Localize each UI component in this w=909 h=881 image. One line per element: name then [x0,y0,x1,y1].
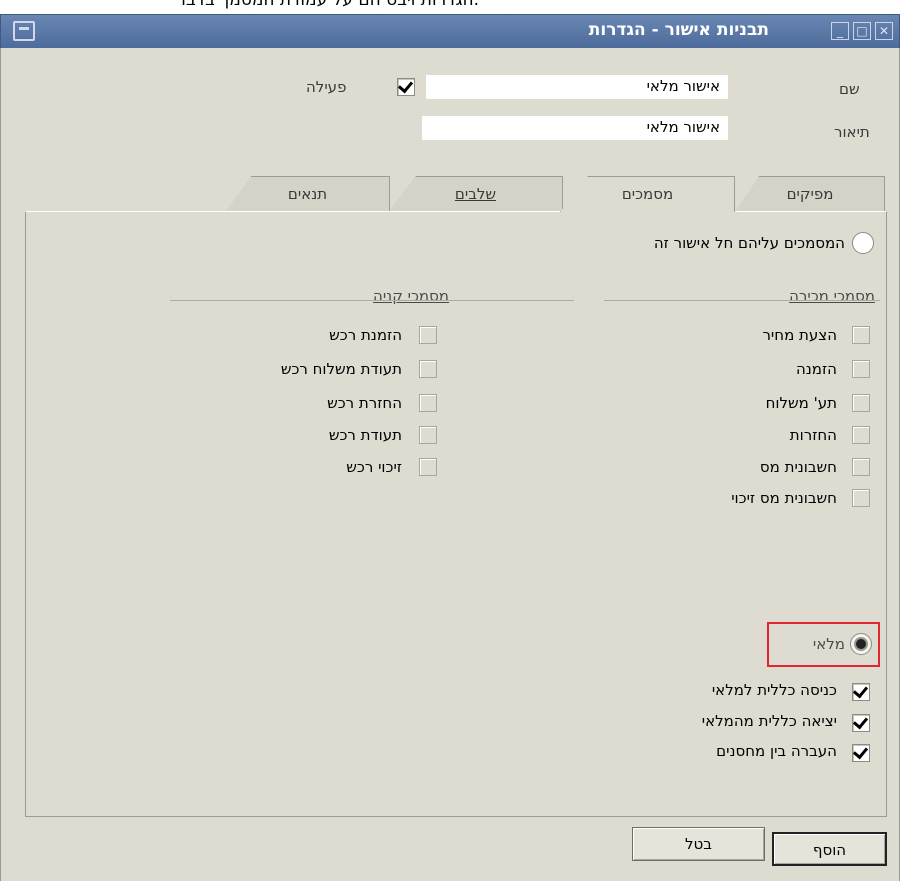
inventory-transfer-checkbox[interactable] [852,743,870,762]
purchase-divider [170,300,574,301]
purchase-order-checkbox[interactable] [419,326,437,344]
radio-dot-icon [856,639,866,649]
caption-text: הגדרות ויבט הם על עמודת המסמך בדבר. [176,0,479,10]
checkmark-icon [852,713,869,730]
applies-label: המסמכים עליהם חל אישור זה [653,234,845,252]
purchase-item-label: תעודת משלוח רכש [280,360,402,378]
purchase-item-label: תעודת רכש [328,426,402,444]
sales-heading: מסמכי מכירה [789,287,875,305]
description-label: תיאור [834,123,870,141]
purchase-item-label: זיכוי רכש [346,458,402,476]
sales-item-label: תע' משלוח [765,394,837,412]
purchase-document-checkbox[interactable] [419,426,437,444]
sales-item-label: הזמנה [796,360,837,378]
sales-item-label: חשבונית מס [759,458,837,476]
inventory-radio[interactable] [850,633,872,655]
close-icon[interactable]: ✕ [875,22,893,40]
active-label: פעילה [306,78,347,96]
purchase-delivery-checkbox[interactable] [419,360,437,378]
purchase-return-checkbox[interactable] [419,394,437,412]
caption-strip: הגדרות ויבט הם על עמודת המסמך בדבר. [0,0,909,14]
window-menu-icon[interactable] [13,21,35,41]
active-checkbox[interactable] [397,77,415,96]
applies-radio[interactable] [852,232,874,254]
minimize-icon[interactable]: _ [831,22,849,40]
tab-conditions[interactable]: תנאים [225,176,390,212]
purchase-item-label: החזרת רכש [327,394,402,412]
sales-invoice-checkbox[interactable] [852,458,870,476]
cancel-button[interactable]: בטל [632,827,765,861]
sales-item-label: חשבונית מס זיכוי [731,489,837,507]
sales-divider [604,300,880,301]
tab-label: מסמכים [621,185,674,203]
checkmark-icon [852,743,869,760]
checkmark-icon [397,77,414,94]
sales-credit-invoice-checkbox[interactable] [852,489,870,507]
name-label: שם [839,80,860,98]
tab-label: מפיקים [786,185,834,203]
inventory-in-checkbox[interactable] [852,682,870,701]
tab-documents[interactable]: מסמכים [560,176,735,212]
add-button[interactable]: הוסף [772,832,887,866]
tab-producers[interactable]: מפיקים [735,176,885,212]
description-field[interactable]: אישור מלאי [422,116,728,140]
name-field[interactable]: אישור מלאי [426,75,728,99]
inventory-label: מלאי [812,635,845,653]
sales-order-checkbox[interactable] [852,360,870,378]
sales-item-label: הצעת מחיר [762,326,837,344]
tab-label: שלבים [454,185,497,203]
sales-delivery-checkbox[interactable] [852,394,870,412]
window-title: תבניות אישור - הגדרות [588,20,769,40]
maximize-icon[interactable]: □ [853,22,871,40]
tab-label: תנאים [287,185,328,203]
inventory-out-checkbox[interactable] [852,713,870,732]
purchase-heading: מסמכי קניה [373,287,449,305]
inventory-item-label: העברה בין מחסנים [716,742,837,760]
inventory-item-label: כניסה כללית למלאי [711,681,837,699]
title-bar: תבניות אישור - הגדרות ✕ □ _ [0,14,900,49]
sales-quote-checkbox[interactable] [852,326,870,344]
purchase-item-label: הזמנת רכש [329,326,402,344]
sales-item-label: החזרות [789,426,837,444]
purchase-credit-checkbox[interactable] [419,458,437,476]
sales-returns-checkbox[interactable] [852,426,870,444]
tab-stages[interactable]: שלבים [388,176,563,212]
checkmark-icon [852,682,869,699]
inventory-item-label: יציאה כללית מהמלאי [701,712,837,730]
